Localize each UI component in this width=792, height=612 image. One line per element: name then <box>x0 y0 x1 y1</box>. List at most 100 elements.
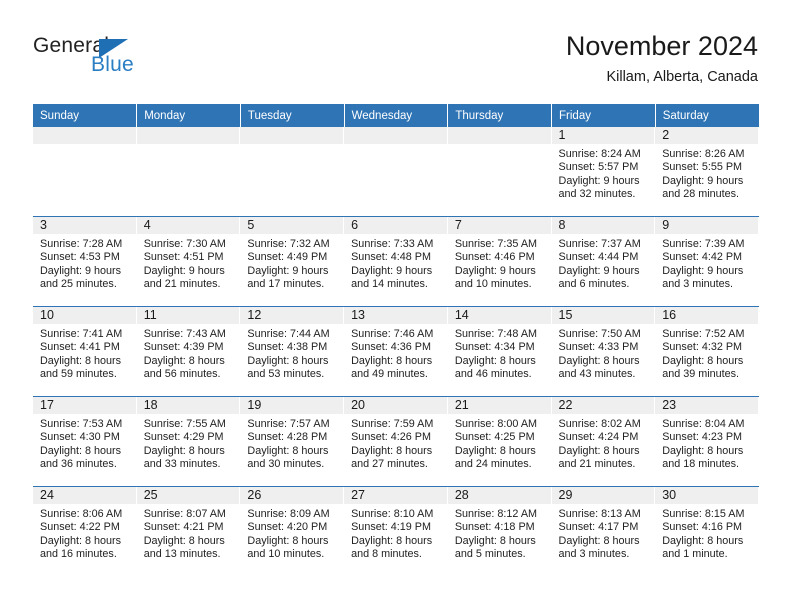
calendar-day-cell[interactable]: 9 Sunrise: 7:39 AM Sunset: 4:42 PM Daylight… <box>655 216 759 307</box>
day-info-line: and 14 minutes. <box>351 278 428 291</box>
day-sun-info: Sunrise: 8:02 AM Sunset: 4:24 PM Daylight:… <box>552 414 656 472</box>
day-number: 17 <box>33 397 137 414</box>
calendar-day-cell[interactable]: 1 Sunrise: 8:24 AM Sunset: 5:57 PM Daylight… <box>551 127 656 217</box>
calendar-day-cell[interactable]: 29 Sunrise: 8:13 AM Sunset: 4:17 PM Dayligh… <box>551 486 656 576</box>
day-info-line: Daylight: 8 hours <box>662 534 744 547</box>
day-info-line: and 28 minutes. <box>662 188 740 201</box>
day-info-line: Daylight: 8 hours <box>247 354 329 367</box>
calendar-day-cell[interactable]: 8 Sunrise: 7:37 AM Sunset: 4:44 PM Daylight… <box>551 216 656 307</box>
calendar-day-cell[interactable]: 4 Sunrise: 7:30 AM Sunset: 4:51 PM Daylight… <box>136 216 241 307</box>
day-info-line: Daylight: 8 hours <box>247 534 329 547</box>
day-info-line: Sunset: 4:51 PM <box>143 251 224 264</box>
day-box: 6 Sunrise: 7:33 AM Sunset: 4:48 PM Daylight… <box>344 217 448 306</box>
day-sun-info: Sunrise: 7:55 AM Sunset: 4:29 PM Daylight:… <box>137 414 241 472</box>
day-sun-info: Sunrise: 7:52 AM Sunset: 4:32 PM Daylight:… <box>655 324 759 382</box>
day-box: 30 Sunrise: 8:15 AM Sunset: 4:16 PM Dayligh… <box>655 487 759 576</box>
day-info-line: Sunset: 4:19 PM <box>351 521 431 534</box>
day-info-line: and 43 minutes. <box>558 368 636 381</box>
calendar-day-cell[interactable]: 11 Sunrise: 7:43 AM Sunset: 4:39 PM Dayligh… <box>136 306 241 397</box>
day-box: 1 Sunrise: 8:24 AM Sunset: 5:57 PM Daylight… <box>551 127 656 216</box>
calendar-day-cell[interactable]: 20 Sunrise: 7:59 AM Sunset: 4:26 PM Dayligh… <box>344 396 448 487</box>
day-box <box>33 127 137 216</box>
day-number: 7 <box>447 217 552 234</box>
day-number <box>344 127 448 144</box>
calendar-day-cell[interactable]: 25 Sunrise: 8:07 AM Sunset: 4:21 PM Dayligh… <box>136 486 241 576</box>
calendar-day-cell[interactable]: 13 Sunrise: 7:46 AM Sunset: 4:36 PM Dayligh… <box>344 306 448 397</box>
day-sun-info: Sunrise: 7:41 AM Sunset: 4:41 PM Daylight:… <box>33 324 137 382</box>
calendar-day-cell[interactable]: 15 Sunrise: 7:50 AM Sunset: 4:33 PM Dayligh… <box>551 306 656 397</box>
day-info-line: Daylight: 9 hours <box>558 264 640 277</box>
calendar-day-cell[interactable]: 16 Sunrise: 7:52 AM Sunset: 4:32 PM Dayligh… <box>655 306 759 397</box>
day-info-line: and 27 minutes. <box>351 458 428 471</box>
calendar-day-cell[interactable]: 12 Sunrise: 7:44 AM Sunset: 4:38 PM Dayligh… <box>240 306 345 397</box>
day-number: 19 <box>240 397 345 414</box>
calendar-day-cell[interactable]: 5 Sunrise: 7:32 AM Sunset: 4:49 PM Daylight… <box>240 216 345 307</box>
day-sun-info: Sunrise: 8:24 AM Sunset: 5:57 PM Daylight:… <box>552 144 656 202</box>
calendar-day-cell[interactable]: 7 Sunrise: 7:35 AM Sunset: 4:46 PM Daylight… <box>447 216 552 307</box>
calendar-day-cell[interactable]: 26 Sunrise: 8:09 AM Sunset: 4:20 PM Dayligh… <box>240 486 345 576</box>
day-info-line: and 36 minutes. <box>40 458 117 471</box>
day-info-line: Sunrise: 7:52 AM <box>662 328 745 340</box>
day-sun-info: Sunrise: 7:48 AM Sunset: 4:34 PM Daylight:… <box>448 324 552 382</box>
day-sun-info: Sunrise: 7:30 AM Sunset: 4:51 PM Daylight:… <box>137 234 241 292</box>
calendar-day-cell[interactable]: 27 Sunrise: 8:10 AM Sunset: 4:19 PM Dayligh… <box>344 486 448 576</box>
weekday-header-tuesday: Tuesday <box>240 104 345 127</box>
calendar-day-cell[interactable]: 18 Sunrise: 7:55 AM Sunset: 4:29 PM Dayligh… <box>136 396 241 487</box>
day-box: 10 Sunrise: 7:41 AM Sunset: 4:41 PM Dayligh… <box>33 307 137 396</box>
day-info-line: Sunset: 4:25 PM <box>454 431 535 444</box>
general-blue-logo: General Blue <box>33 34 203 84</box>
page-subtitle: Killam, Alberta, Canada <box>606 69 758 85</box>
calendar-day-cell[interactable]: 3 Sunrise: 7:28 AM Sunset: 4:53 PM Daylight… <box>33 216 137 307</box>
day-number: 18 <box>136 397 241 414</box>
day-info-line: and 39 minutes. <box>662 368 740 381</box>
day-number: 22 <box>551 397 656 414</box>
day-number: 6 <box>344 217 448 234</box>
calendar-week-row: 3 Sunrise: 7:28 AM Sunset: 4:53 PM Daylight… <box>33 216 759 307</box>
calendar-day-cell[interactable]: 2 Sunrise: 8:26 AM Sunset: 5:55 PM Daylight… <box>655 127 759 217</box>
calendar-day-cell[interactable]: 14 Sunrise: 7:48 AM Sunset: 4:34 PM Dayligh… <box>447 306 552 397</box>
day-sun-info: Sunrise: 7:53 AM Sunset: 4:30 PM Daylight:… <box>33 414 137 472</box>
day-box: 24 Sunrise: 8:06 AM Sunset: 4:22 PM Dayligh… <box>33 487 137 576</box>
day-info-line: Daylight: 9 hours <box>662 264 744 277</box>
day-info-line: Sunset: 4:16 PM <box>662 521 743 534</box>
day-info-line: and 32 minutes. <box>558 188 636 201</box>
day-number: 8 <box>551 217 656 234</box>
day-sun-info: Sunrise: 7:32 AM Sunset: 4:49 PM Daylight:… <box>240 234 344 292</box>
calendar-empty-cell <box>344 127 448 217</box>
day-box: 29 Sunrise: 8:13 AM Sunset: 4:17 PM Dayligh… <box>551 487 656 576</box>
day-number: 23 <box>655 397 759 414</box>
day-info-line: and 1 minute. <box>662 548 728 561</box>
page-title: November 2024 <box>565 31 758 61</box>
day-box: 16 Sunrise: 7:52 AM Sunset: 4:32 PM Dayligh… <box>655 307 759 396</box>
calendar-day-cell[interactable]: 21 Sunrise: 8:00 AM Sunset: 4:25 PM Dayligh… <box>447 396 552 487</box>
weekday-header-row: Sunday Monday Tuesday Wednesday Thursday Frid… <box>33 104 759 127</box>
day-box: 19 Sunrise: 7:57 AM Sunset: 4:28 PM Dayligh… <box>240 397 345 486</box>
day-info-line: Sunset: 4:44 PM <box>558 251 639 264</box>
day-number: 29 <box>551 487 656 504</box>
day-sun-info: Sunrise: 7:44 AM Sunset: 4:38 PM Daylight:… <box>240 324 344 382</box>
calendar-day-cell[interactable]: 10 Sunrise: 7:41 AM Sunset: 4:41 PM Dayligh… <box>33 306 137 397</box>
day-box: 21 Sunrise: 8:00 AM Sunset: 4:25 PM Dayligh… <box>447 397 552 486</box>
calendar-empty-cell <box>447 127 552 217</box>
calendar-day-cell[interactable]: 30 Sunrise: 8:15 AM Sunset: 4:16 PM Dayligh… <box>655 486 759 576</box>
day-box: 13 Sunrise: 7:46 AM Sunset: 4:36 PM Dayligh… <box>344 307 448 396</box>
day-info-line: Sunrise: 7:41 AM <box>40 328 123 340</box>
day-info-line: and 21 minutes. <box>558 458 636 471</box>
day-box: 28 Sunrise: 8:12 AM Sunset: 4:18 PM Dayligh… <box>447 487 552 576</box>
day-info-line: and 25 minutes. <box>40 278 117 291</box>
day-info-line: Sunset: 4:41 PM <box>40 341 120 354</box>
calendar-day-cell[interactable]: 22 Sunrise: 8:02 AM Sunset: 4:24 PM Dayligh… <box>551 396 656 487</box>
day-info-line: Daylight: 8 hours <box>662 444 744 457</box>
day-info-line: and 10 minutes. <box>247 548 325 561</box>
day-info-line: Sunrise: 7:53 AM <box>40 418 123 430</box>
calendar-day-cell[interactable]: 19 Sunrise: 7:57 AM Sunset: 4:28 PM Dayligh… <box>240 396 345 487</box>
day-box: 12 Sunrise: 7:44 AM Sunset: 4:38 PM Dayligh… <box>240 307 345 396</box>
calendar-day-cell[interactable]: 17 Sunrise: 7:53 AM Sunset: 4:30 PM Dayligh… <box>33 396 137 487</box>
calendar-day-cell[interactable]: 6 Sunrise: 7:33 AM Sunset: 4:48 PM Daylight… <box>344 216 448 307</box>
day-box: 4 Sunrise: 7:30 AM Sunset: 4:51 PM Daylight… <box>136 217 241 306</box>
calendar-day-cell[interactable]: 23 Sunrise: 8:04 AM Sunset: 4:23 PM Dayligh… <box>655 396 759 487</box>
calendar-day-cell[interactable]: 28 Sunrise: 8:12 AM Sunset: 4:18 PM Dayligh… <box>447 486 552 576</box>
calendar-day-cell[interactable]: 24 Sunrise: 8:06 AM Sunset: 4:22 PM Dayligh… <box>33 486 137 576</box>
calendar-empty-cell <box>33 127 137 217</box>
day-box: 14 Sunrise: 7:48 AM Sunset: 4:34 PM Dayligh… <box>447 307 552 396</box>
